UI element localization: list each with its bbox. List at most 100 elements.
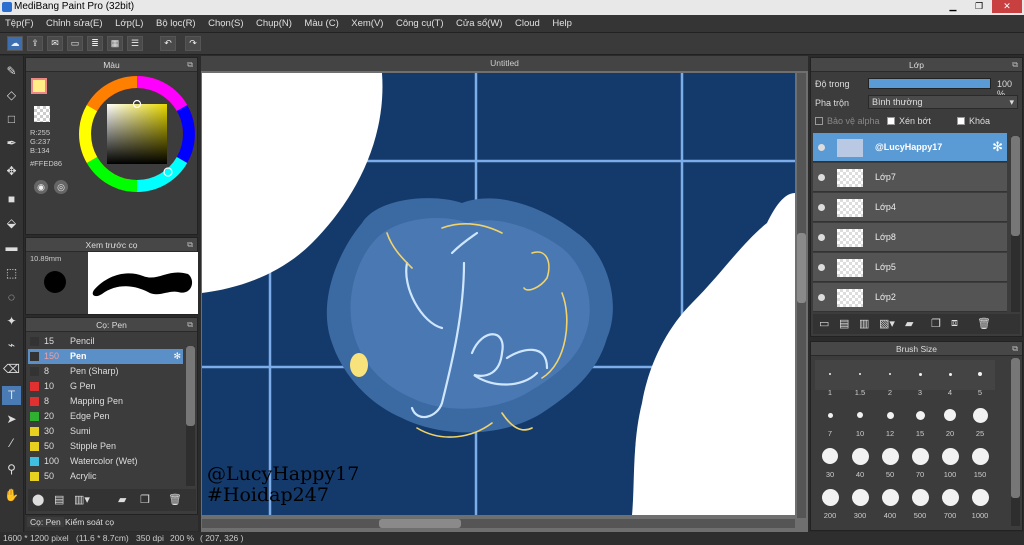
tab-brush-control[interactable]: Kiểm soát cọ <box>65 517 114 527</box>
gradient-tool-icon[interactable]: ▬ <box>2 238 21 257</box>
menu-cloud[interactable]: Cloud <box>510 15 545 29</box>
transparent-swatch[interactable] <box>34 106 50 122</box>
brush-size-option[interactable]: 2 <box>875 360 905 397</box>
visibility-eye-icon[interactable] <box>818 144 825 151</box>
maximize-button[interactable]: ❐ <box>966 0 992 13</box>
visibility-eye-icon[interactable] <box>818 294 825 301</box>
brush-size-option[interactable]: 100 <box>935 442 965 479</box>
brush-size-option[interactable]: 40 <box>845 442 875 479</box>
menu-select[interactable]: Chọn(S) <box>203 15 248 29</box>
select-pen-tool-icon[interactable]: ⌁ <box>2 336 21 355</box>
duplicate-layer-icon[interactable]: ❐ <box>931 317 941 330</box>
lasso-tool-icon[interactable]: ◌ <box>2 288 21 307</box>
brush-item-pencil[interactable]: 15 Pencil <box>28 334 183 349</box>
minimize-button[interactable]: ▁ <box>940 0 966 13</box>
brush-size-option[interactable]: 700 <box>935 483 965 520</box>
grid-icon[interactable]: ▦ <box>107 36 123 51</box>
fill-rect-tool-icon[interactable]: ■ <box>2 190 21 209</box>
brush-item-edge-pen[interactable]: 20 Edge Pen <box>28 409 183 424</box>
visibility-eye-icon[interactable] <box>818 234 825 241</box>
cloud-icon[interactable]: ☁ <box>7 36 23 51</box>
panel-expand-icon[interactable]: ⧉ <box>1012 58 1018 72</box>
text-tool-icon[interactable]: T <box>2 386 21 405</box>
scrollbar-thumb[interactable] <box>186 346 195 426</box>
menu-edit[interactable]: Chỉnh sửa(E) <box>41 15 108 29</box>
eraser-tool-icon[interactable]: ◇ <box>2 86 21 105</box>
panel-expand-icon[interactable]: ⧉ <box>1012 342 1018 356</box>
brush-size-option[interactable]: 7 <box>815 401 845 438</box>
brush-item-pen[interactable]: 150 Pen ✻ <box>28 349 183 364</box>
palette-add-icon[interactable]: ◎ <box>54 180 68 194</box>
new-layer-icon[interactable]: ▭ <box>819 317 829 330</box>
canvas-horizontal-scrollbar[interactable] <box>202 519 795 528</box>
list-icon[interactable]: ☰ <box>127 36 143 51</box>
canvas-vertical-scrollbar[interactable] <box>797 73 806 518</box>
brush-item-sumi[interactable]: 30 Sumi <box>28 424 183 439</box>
scrollbar-thumb[interactable] <box>1011 136 1020 236</box>
drawing-canvas[interactable]: @LucyHappy17 #Hoidap247 <box>202 73 795 515</box>
brush-item-g-pen[interactable]: 10 G Pen <box>28 379 183 394</box>
brush-size-option[interactable]: 200 <box>815 483 845 520</box>
add-brush-icon[interactable]: ⬤ <box>32 493 44 506</box>
brush-size-scrollbar[interactable] <box>1011 358 1020 526</box>
brush-list-scrollbar[interactable] <box>186 346 195 486</box>
document-icon[interactable]: ≣ <box>87 36 103 51</box>
palette-icon[interactable]: ◉ <box>34 180 48 194</box>
brush-size-option[interactable]: 25 <box>965 401 995 438</box>
menu-file[interactable]: Tệp(F) <box>0 15 39 29</box>
pen-tool-icon[interactable]: ✒ <box>2 134 21 153</box>
brush-size-option[interactable]: 3 <box>905 360 935 397</box>
blend-mode-select[interactable]: Bình thường ▾ <box>868 95 1018 109</box>
layer-item[interactable]: @LucyHappy17 ✻ <box>813 133 1007 162</box>
upload-icon[interactable]: ⇪ <box>27 36 43 51</box>
folder-icon[interactable]: ▰ <box>905 317 913 330</box>
merge-layer-icon[interactable]: ⧈ <box>951 317 958 330</box>
select-eraser-tool-icon[interactable]: ⌫ <box>2 360 21 379</box>
new-halftone-layer-icon[interactable]: ▤ <box>839 317 849 330</box>
brush-item-watercolor-wet[interactable]: 100 Watercolor (Wet) <box>28 454 183 469</box>
undo-icon[interactable]: ↶ <box>160 36 176 51</box>
operation-tool-icon[interactable]: ➤ <box>2 410 21 429</box>
panel-expand-icon[interactable]: ⧉ <box>187 58 193 72</box>
add-layer-dropdown-icon[interactable]: ▧▾ <box>879 317 895 330</box>
comment-icon[interactable]: ✉ <box>47 36 63 51</box>
layer-item[interactable]: Lớp4 <box>813 193 1007 222</box>
color-wheel[interactable] <box>78 75 196 193</box>
menu-layer[interactable]: Lớp(L) <box>110 15 148 29</box>
brush-item-stipple-pen[interactable]: 50 Stipple Pen <box>28 439 183 454</box>
panel-expand-icon[interactable]: ⧉ <box>187 318 193 332</box>
brush-size-option[interactable]: 10 <box>845 401 875 438</box>
layer-item[interactable]: Lớp8 <box>813 223 1007 252</box>
brush-dropdown-icon[interactable]: ▥▾ <box>74 493 90 506</box>
layer-settings-gear-icon[interactable]: ✻ <box>992 139 1003 155</box>
brush-size-option[interactable]: 1000 <box>965 483 995 520</box>
scrollbar-thumb[interactable] <box>1011 358 1020 498</box>
layer-item[interactable]: Lớp2 <box>813 283 1007 312</box>
scrollbar-thumb[interactable] <box>797 233 806 303</box>
menu-tools[interactable]: Công cụ(T) <box>391 15 449 29</box>
brush-size-option[interactable]: 15 <box>905 401 935 438</box>
brush-size-option[interactable]: 1.5 <box>845 360 875 397</box>
brush-item-acrylic[interactable]: 50 Acrylic <box>28 469 183 484</box>
visibility-eye-icon[interactable] <box>818 264 825 271</box>
protect-alpha-checkbox[interactable] <box>815 117 823 125</box>
delete-layer-icon[interactable]: 🗑 <box>977 317 991 330</box>
brush-size-option[interactable]: 20 <box>935 401 965 438</box>
delete-brush-icon[interactable]: 🗑 <box>168 493 182 506</box>
visibility-eye-icon[interactable] <box>818 174 825 181</box>
dropper-tool-icon[interactable]: ⚲ <box>2 460 21 479</box>
brush-size-option[interactable]: 30 <box>815 442 845 479</box>
move-tool-icon[interactable]: ✥ <box>2 162 21 181</box>
visibility-eye-icon[interactable] <box>818 204 825 211</box>
menu-window[interactable]: Cửa sổ(W) <box>451 15 507 29</box>
eyedropper-tool-icon[interactable]: ⁄ <box>2 434 21 453</box>
panel-expand-icon[interactable]: ⧉ <box>187 238 193 252</box>
brush-settings-gear-icon[interactable]: ✻ <box>173 349 181 364</box>
brush-tool-icon[interactable]: ✎ <box>2 62 21 81</box>
copy-brush-icon[interactable]: ❐ <box>140 493 150 506</box>
layer-item[interactable]: Lớp5 <box>813 253 1007 282</box>
brush-item-pen-sharp[interactable]: 8 Pen (Sharp) <box>28 364 183 379</box>
primary-color-swatch[interactable] <box>31 78 47 94</box>
canvas-tab[interactable]: Untitled <box>201 56 808 71</box>
hand-tool-icon[interactable]: ✋ <box>2 486 21 505</box>
